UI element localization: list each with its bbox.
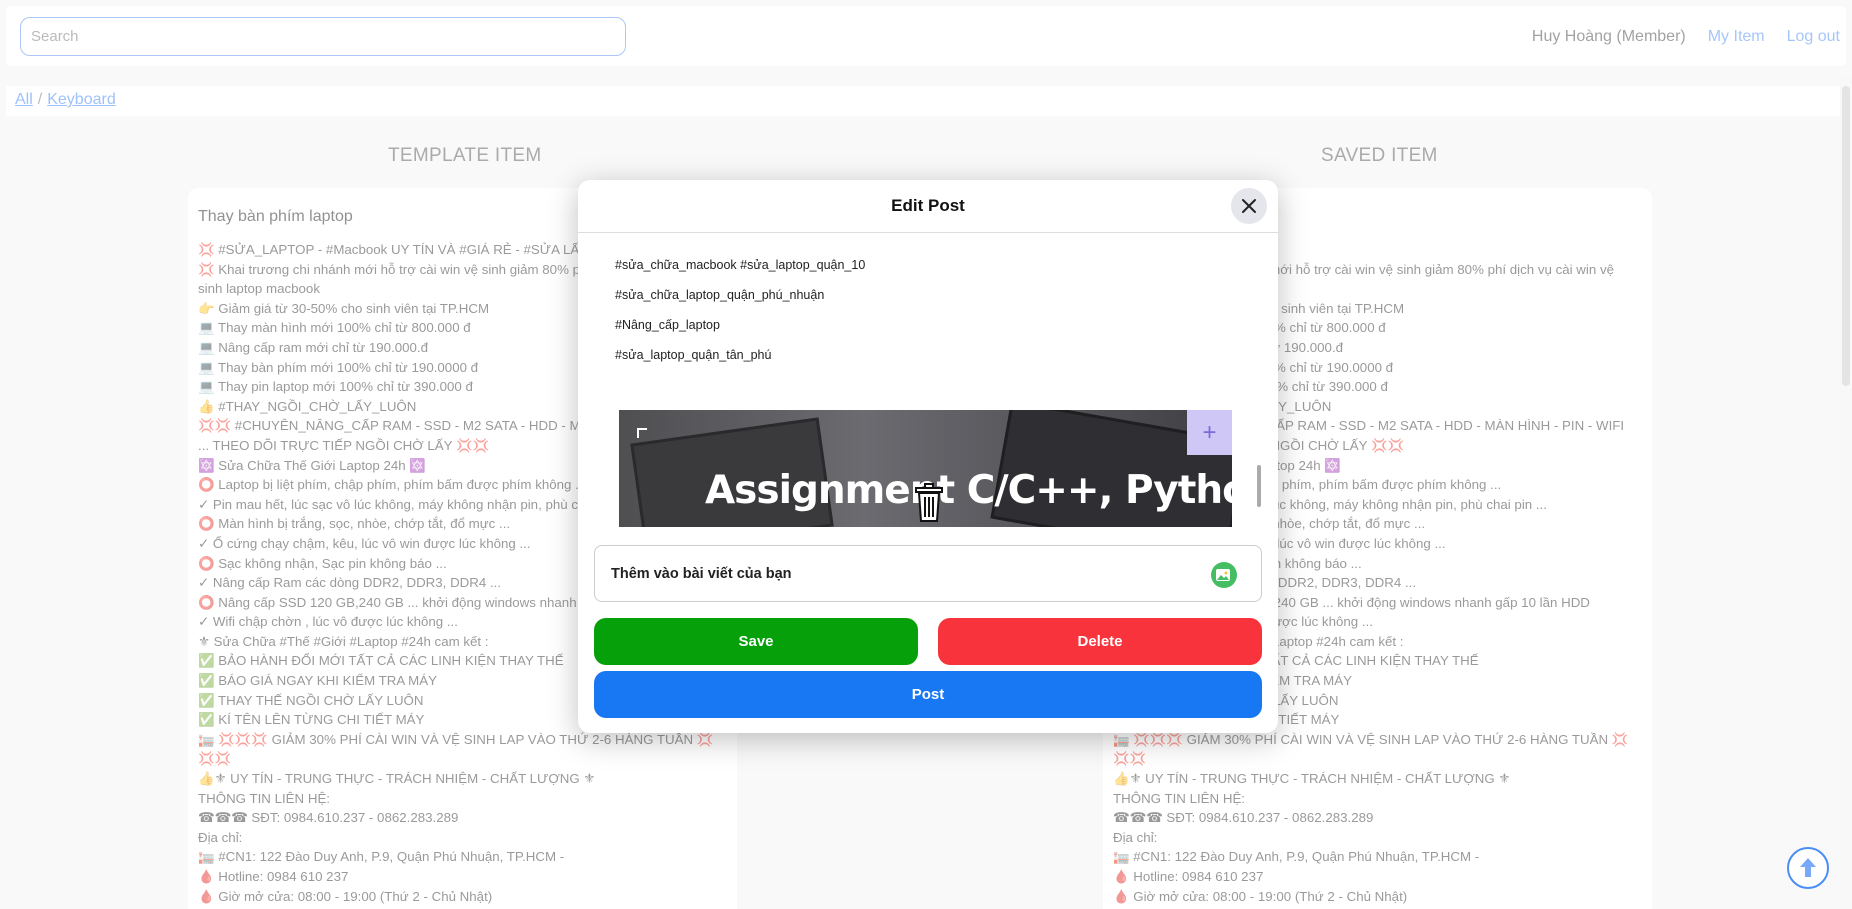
save-button[interactable]: Save bbox=[594, 618, 918, 665]
add-image-button[interactable]: + bbox=[1187, 410, 1232, 455]
post-button[interactable]: Post bbox=[594, 671, 1262, 718]
add-to-post-bar[interactable]: Thêm vào bài viết của bạn bbox=[594, 545, 1262, 602]
modal-scrollbar-thumb[interactable] bbox=[1257, 465, 1261, 507]
photo-icon bbox=[1216, 569, 1230, 581]
tag-line: #sửa_laptop_quận_tân_phú bbox=[615, 348, 772, 362]
add-to-post-label: Thêm vào bài viết của bạn bbox=[611, 565, 792, 582]
post-tags: #sửa_chữa_macbook #sửa_laptop_quận_10 #s… bbox=[615, 250, 865, 370]
add-photo-button[interactable] bbox=[1211, 562, 1237, 588]
modal-title: Edit Post bbox=[891, 196, 965, 215]
image-caption: Assignment C/C++, Python bbox=[705, 468, 1232, 513]
edit-post-modal: Edit Post #sửa_chữa_macbook #sửa_laptop_… bbox=[578, 180, 1278, 733]
close-icon bbox=[1242, 199, 1256, 213]
image-corner-mark bbox=[637, 428, 647, 438]
scroll-to-top-button[interactable] bbox=[1787, 847, 1829, 889]
post-image-preview: Assignment C/C++, Python + bbox=[619, 410, 1232, 527]
plus-icon: + bbox=[1202, 418, 1217, 446]
delete-image-button[interactable] bbox=[915, 483, 943, 527]
tag-line: #sửa_chữa_macbook #sửa_laptop_quận_10 bbox=[615, 258, 866, 272]
tag-line: #sửa_chữa_laptop_quận_phú_nhuận bbox=[615, 288, 825, 302]
modal-header: Edit Post bbox=[578, 180, 1278, 233]
close-button[interactable] bbox=[1231, 188, 1267, 224]
tag-line: #Nâng_cấp_laptop bbox=[615, 318, 720, 332]
arrow-up-icon bbox=[1800, 858, 1816, 877]
trash-icon bbox=[915, 483, 943, 522]
delete-button[interactable]: Delete bbox=[938, 618, 1262, 665]
